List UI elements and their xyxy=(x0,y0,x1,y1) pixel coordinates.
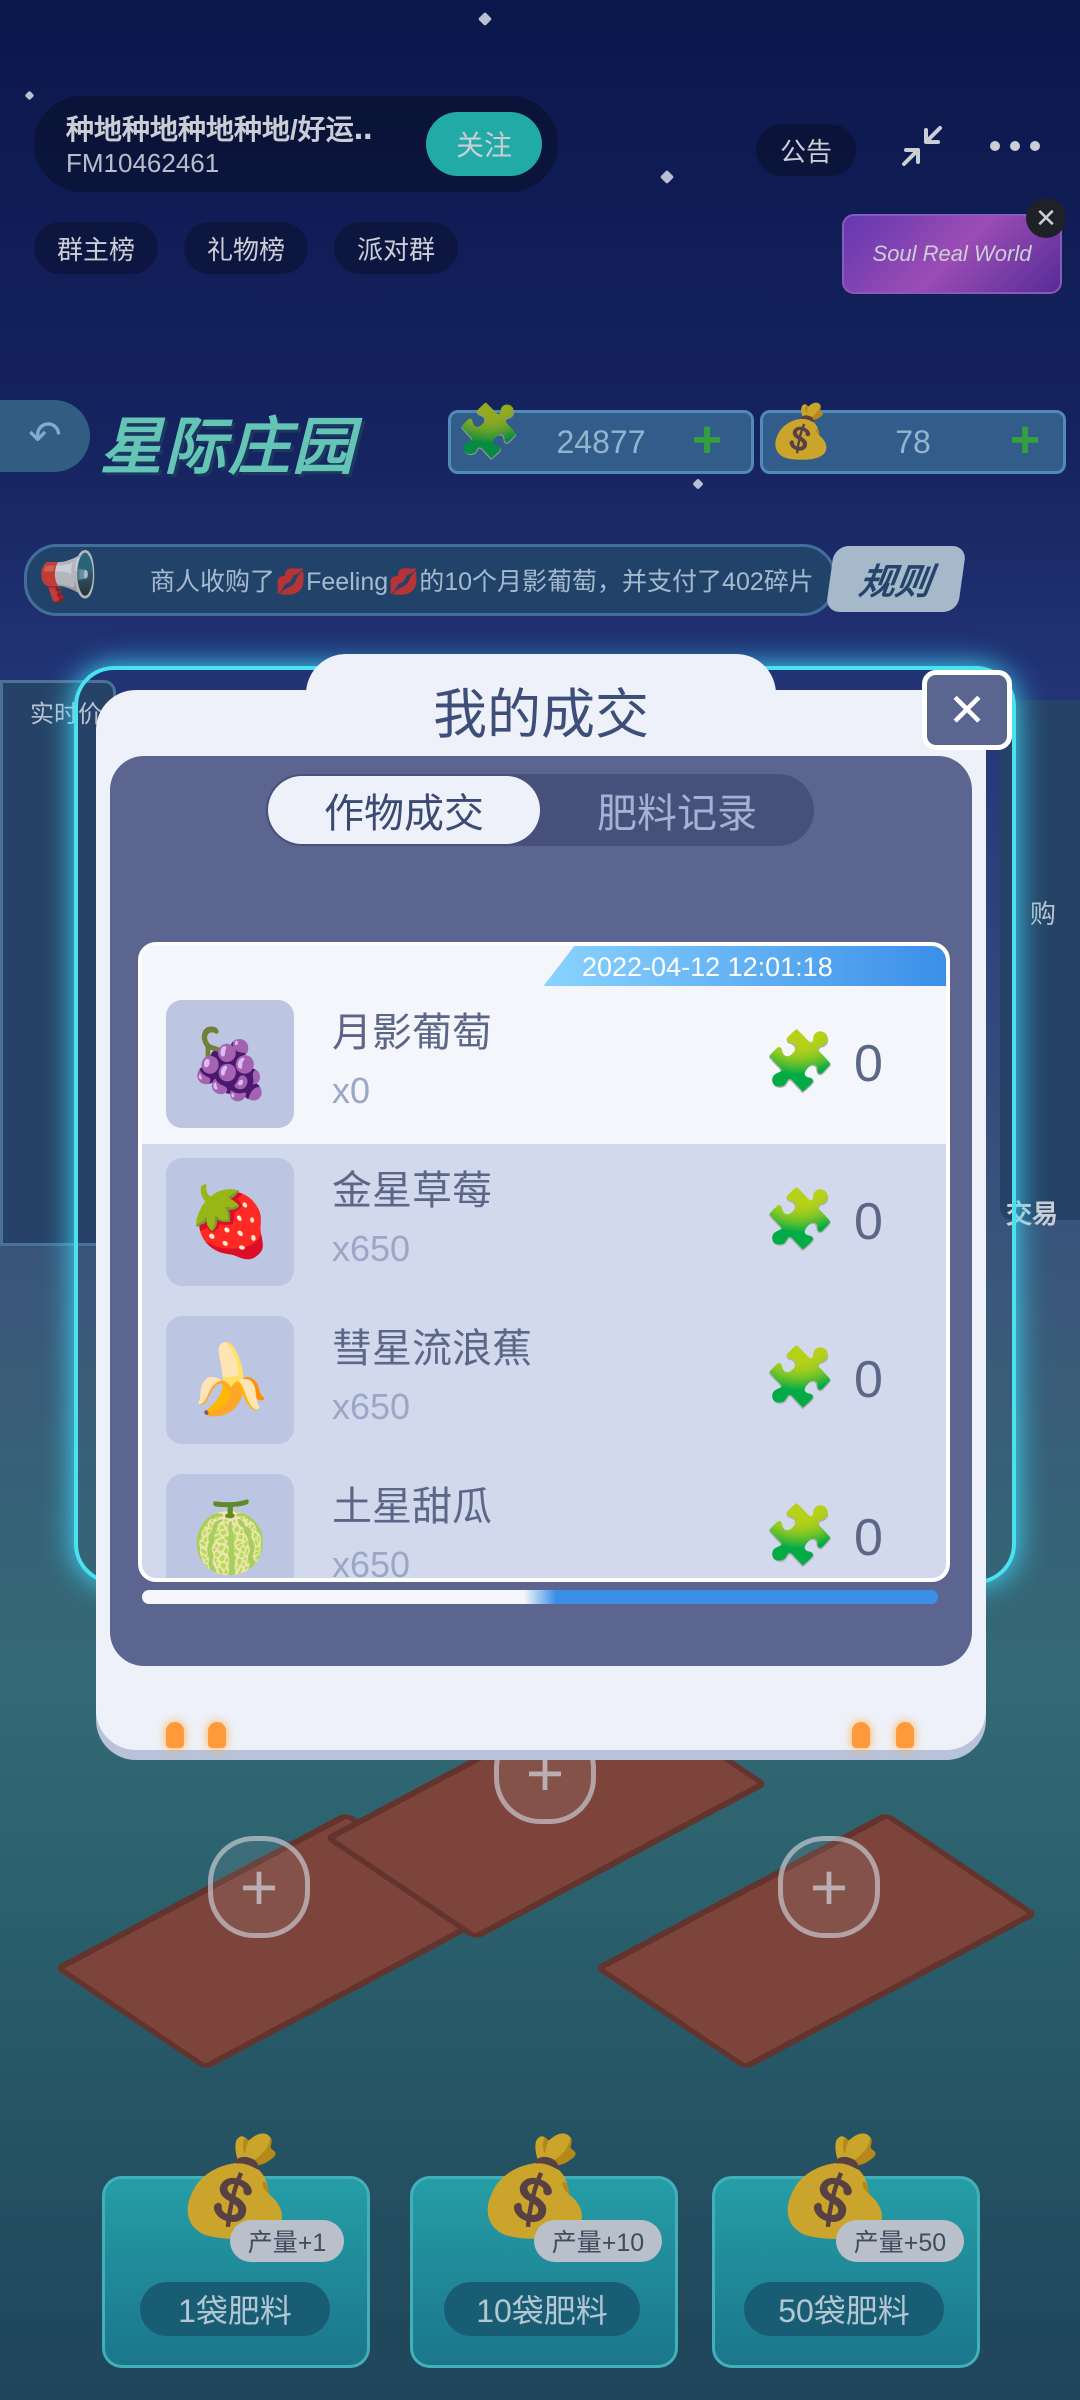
list-item: 🍓 金星草莓 x650 🧩 0 xyxy=(142,1144,946,1302)
item-amount: 0 xyxy=(854,1035,883,1093)
tab-fertilizer-records[interactable]: 肥料记录 xyxy=(540,776,814,844)
next-record-band xyxy=(142,1590,938,1604)
grape-icon: 🍇 xyxy=(166,1000,294,1128)
item-name: 土星甜瓜 xyxy=(332,1485,492,1529)
item-amount: 0 xyxy=(854,1193,883,1251)
list-item: 🍇 月影葡萄 x0 🧩 0 xyxy=(142,986,946,1144)
tab-crop-deals[interactable]: 作物成交 xyxy=(268,776,540,844)
deal-record-card: 2022-04-12 12:01:18 🍇 月影葡萄 x0 🧩 0 🍓 金星草莓… xyxy=(138,942,950,1582)
lamp-decoration xyxy=(852,1722,870,1748)
puzzle-piece-icon: 🧩 xyxy=(764,1029,837,1094)
item-quantity: x650 xyxy=(332,1544,411,1582)
banana-icon: 🍌 xyxy=(166,1316,294,1444)
item-quantity: x650 xyxy=(332,1228,411,1269)
modal-title: 我的成交 xyxy=(433,685,649,745)
item-name: 月影葡萄 xyxy=(332,1011,492,1055)
record-date: 2022-04-12 12:01:18 xyxy=(582,952,833,982)
list-item: 🍈 土星甜瓜 x650 🧩 0 xyxy=(142,1460,946,1582)
puzzle-piece-icon: 🧩 xyxy=(764,1187,837,1252)
strawberry-icon: 🍓 xyxy=(166,1158,294,1286)
puzzle-piece-icon: 🧩 xyxy=(764,1503,837,1568)
lamp-decoration xyxy=(166,1722,184,1748)
lamp-decoration xyxy=(896,1722,914,1748)
item-name: 彗星流浪蕉 xyxy=(332,1327,532,1371)
melon-icon: 🍈 xyxy=(166,1474,294,1578)
item-quantity: x0 xyxy=(332,1070,371,1111)
item-quantity: x650 xyxy=(332,1386,411,1427)
item-name: 金星草莓 xyxy=(332,1169,492,1213)
item-amount: 0 xyxy=(854,1509,883,1567)
modal-close-icon[interactable]: ✕ xyxy=(922,670,1012,750)
list-item: 🍌 彗星流浪蕉 x650 🧩 0 xyxy=(142,1302,946,1460)
lamp-decoration xyxy=(208,1722,226,1748)
puzzle-piece-icon: 🧩 xyxy=(764,1345,837,1410)
item-amount: 0 xyxy=(854,1351,883,1409)
